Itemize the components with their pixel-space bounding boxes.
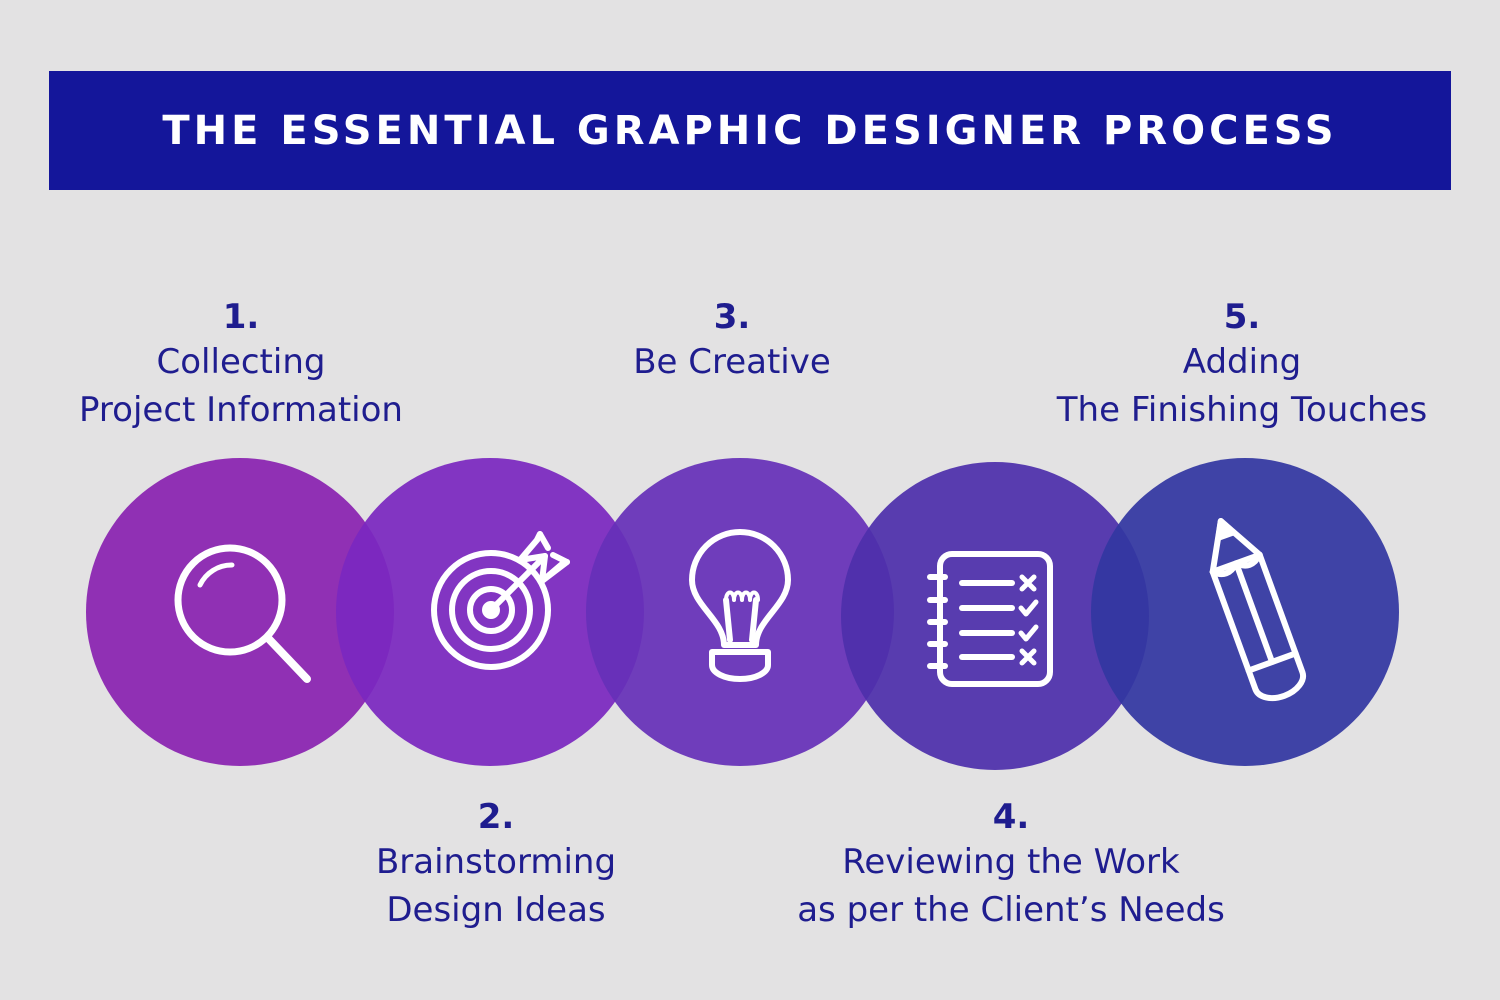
process-diagram — [86, 458, 1399, 770]
step-5-label: 5. Adding The Finishing Touches — [1057, 296, 1427, 434]
step-5-line-1: Adding — [1182, 342, 1302, 382]
step-5-line-2: The Finishing Touches — [1056, 390, 1428, 430]
step-4-line-1: Reviewing the Work — [842, 842, 1180, 882]
step-5-circle — [1091, 458, 1399, 766]
step-2-line-1: Brainstorming — [375, 842, 617, 882]
step-3-label: 3. Be Creative — [633, 296, 831, 386]
step-4-label: 4. Reviewing the Work as per the Client’s… — [797, 796, 1225, 934]
step-2-label: 2. Brainstorming Design Ideas — [376, 796, 616, 934]
step-3-line-1: Be Creative — [633, 342, 831, 382]
step-1-line-1: Collecting — [156, 342, 326, 382]
step-4-line-2: as per the Client’s Needs — [797, 890, 1225, 930]
step-3-number: 3. — [713, 297, 751, 337]
step-1-line-2: Project Information — [79, 390, 403, 430]
step-1-label: 1. Collecting Project Information — [79, 296, 403, 434]
step-2-number: 2. — [477, 797, 515, 837]
step-5-number: 5. — [1223, 297, 1261, 337]
step-4-number: 4. — [992, 797, 1030, 837]
step-1-number: 1. — [222, 297, 260, 337]
step-2-line-2: Design Ideas — [386, 890, 606, 930]
